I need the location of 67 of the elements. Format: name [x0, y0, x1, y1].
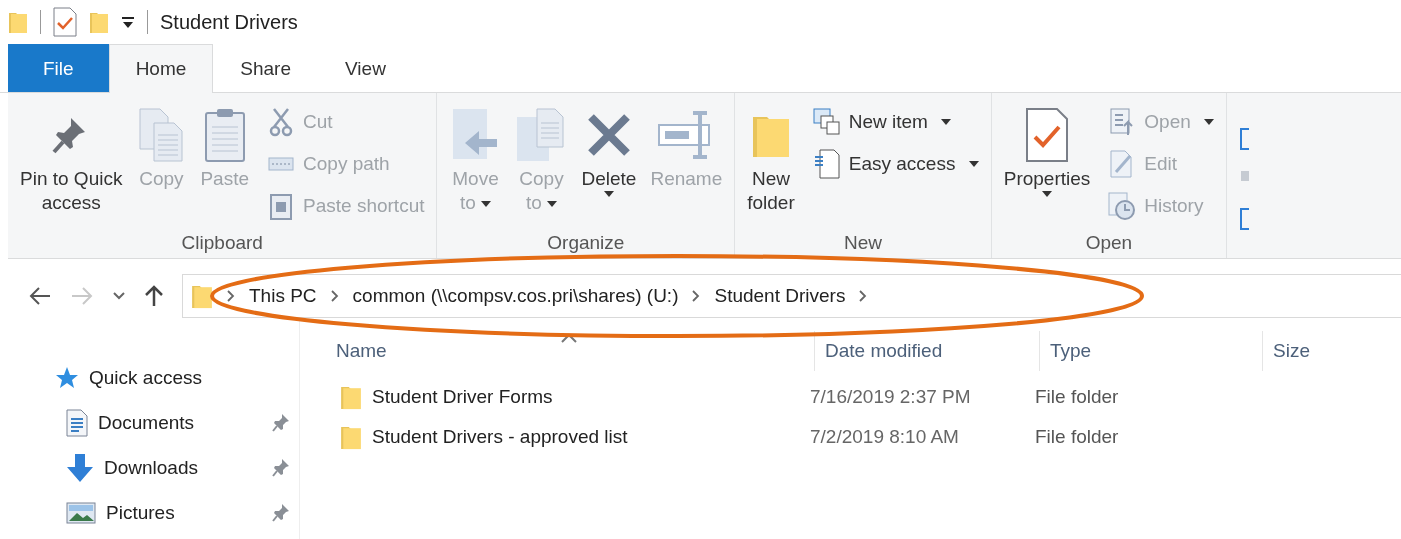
ribbon-tab[interactable]: Home: [108, 44, 214, 93]
pictures-icon: [66, 501, 96, 524]
open-icon: [1110, 108, 1135, 136]
date-cell-text: 7/16/2019 2:37 PM: [809, 386, 972, 408]
group-label: New: [843, 232, 882, 254]
ribbon-button[interactable]: Properties: [999, 103, 1095, 232]
customize-toolbar-icon[interactable]: [121, 15, 135, 29]
copy-path-icon: [268, 156, 295, 172]
edit-icon: [1110, 150, 1135, 178]
nav-item[interactable]: Downloads: [0, 445, 299, 490]
file-tab[interactable]: File: [8, 44, 109, 92]
caret-icon: [968, 161, 979, 167]
delete-icon: [585, 112, 632, 158]
column-header[interactable]: Size: [1262, 331, 1373, 371]
chevron-icon[interactable]: [330, 290, 339, 302]
recent-locations-icon[interactable]: [112, 291, 126, 301]
ribbon-button[interactable]: New folder: [743, 103, 799, 232]
caret-icon: [547, 200, 558, 207]
column-header[interactable]: Type: [1039, 331, 1262, 371]
properties-icon[interactable]: [53, 7, 77, 37]
chevron-icon[interactable]: [692, 290, 701, 302]
paste-shortcut-icon: [270, 192, 293, 220]
caret-icon: [481, 200, 492, 207]
breadcrumb[interactable]: common (\\compsv.cos.pri\shares) (U:): [352, 285, 679, 307]
nav-item[interactable]: Documents: [0, 400, 299, 445]
ribbon-button[interactable]: Delete: [577, 103, 641, 232]
address-bar[interactable]: This PC common (\\compsv.cos.pri\shares) (U:) Student Drivers: [182, 274, 1401, 318]
properties-icon: [1025, 107, 1069, 163]
easy-access-icon: [813, 149, 840, 179]
scissors-icon: [269, 107, 294, 137]
breadcrumb[interactable]: This PC: [249, 285, 317, 307]
group-label: Organize: [547, 232, 625, 254]
type-cell: File folder: [1035, 386, 1119, 408]
nav-item[interactable]: Pictures: [0, 490, 299, 535]
chevron-icon[interactable]: [859, 290, 868, 302]
history-icon: [1108, 192, 1137, 220]
file-name[interactable]: Student Driver Forms: [372, 386, 553, 408]
clipboard-icon: [203, 107, 246, 163]
new-item-icon: [812, 108, 841, 136]
chevron-icon[interactable]: [227, 290, 235, 302]
back-icon[interactable]: [28, 286, 52, 306]
type-cell: File folder: [1035, 426, 1119, 448]
group-label: Clipboard: [181, 232, 263, 254]
download-icon: [66, 452, 94, 483]
column-header[interactable]: Date modified: [814, 331, 1039, 371]
ribbon-tab[interactable]: View: [318, 44, 413, 92]
caret-icon: [941, 119, 952, 125]
star-icon: [55, 365, 79, 390]
ribbon-button[interactable]: Easy access: [808, 145, 983, 183]
up-icon[interactable]: [144, 284, 164, 308]
date-cell-text: 7/2/2019 8:10 AM: [809, 426, 960, 448]
ribbon-button[interactable]: New item: [808, 103, 983, 141]
caret-icon: [1204, 119, 1215, 125]
caret-icon: [1042, 190, 1052, 197]
pin-icon[interactable]: [272, 413, 290, 433]
caret-icon: [603, 190, 614, 197]
ribbon-tab[interactable]: Share: [213, 44, 318, 92]
group-label: Open: [1085, 232, 1133, 254]
pin-icon[interactable]: [272, 503, 290, 523]
file-name[interactable]: Student Drivers - approved list: [372, 426, 628, 448]
document-icon: [66, 408, 88, 437]
nav-item[interactable]: Quick access: [0, 355, 299, 400]
breadcrumb[interactable]: Student Drivers: [714, 285, 846, 307]
column-header[interactable]: Name: [300, 331, 814, 371]
pin-icon[interactable]: [272, 458, 290, 478]
ribbon-button[interactable]: Pin to Quick access: [16, 103, 127, 232]
window-title: Student Drivers: [160, 10, 298, 34]
